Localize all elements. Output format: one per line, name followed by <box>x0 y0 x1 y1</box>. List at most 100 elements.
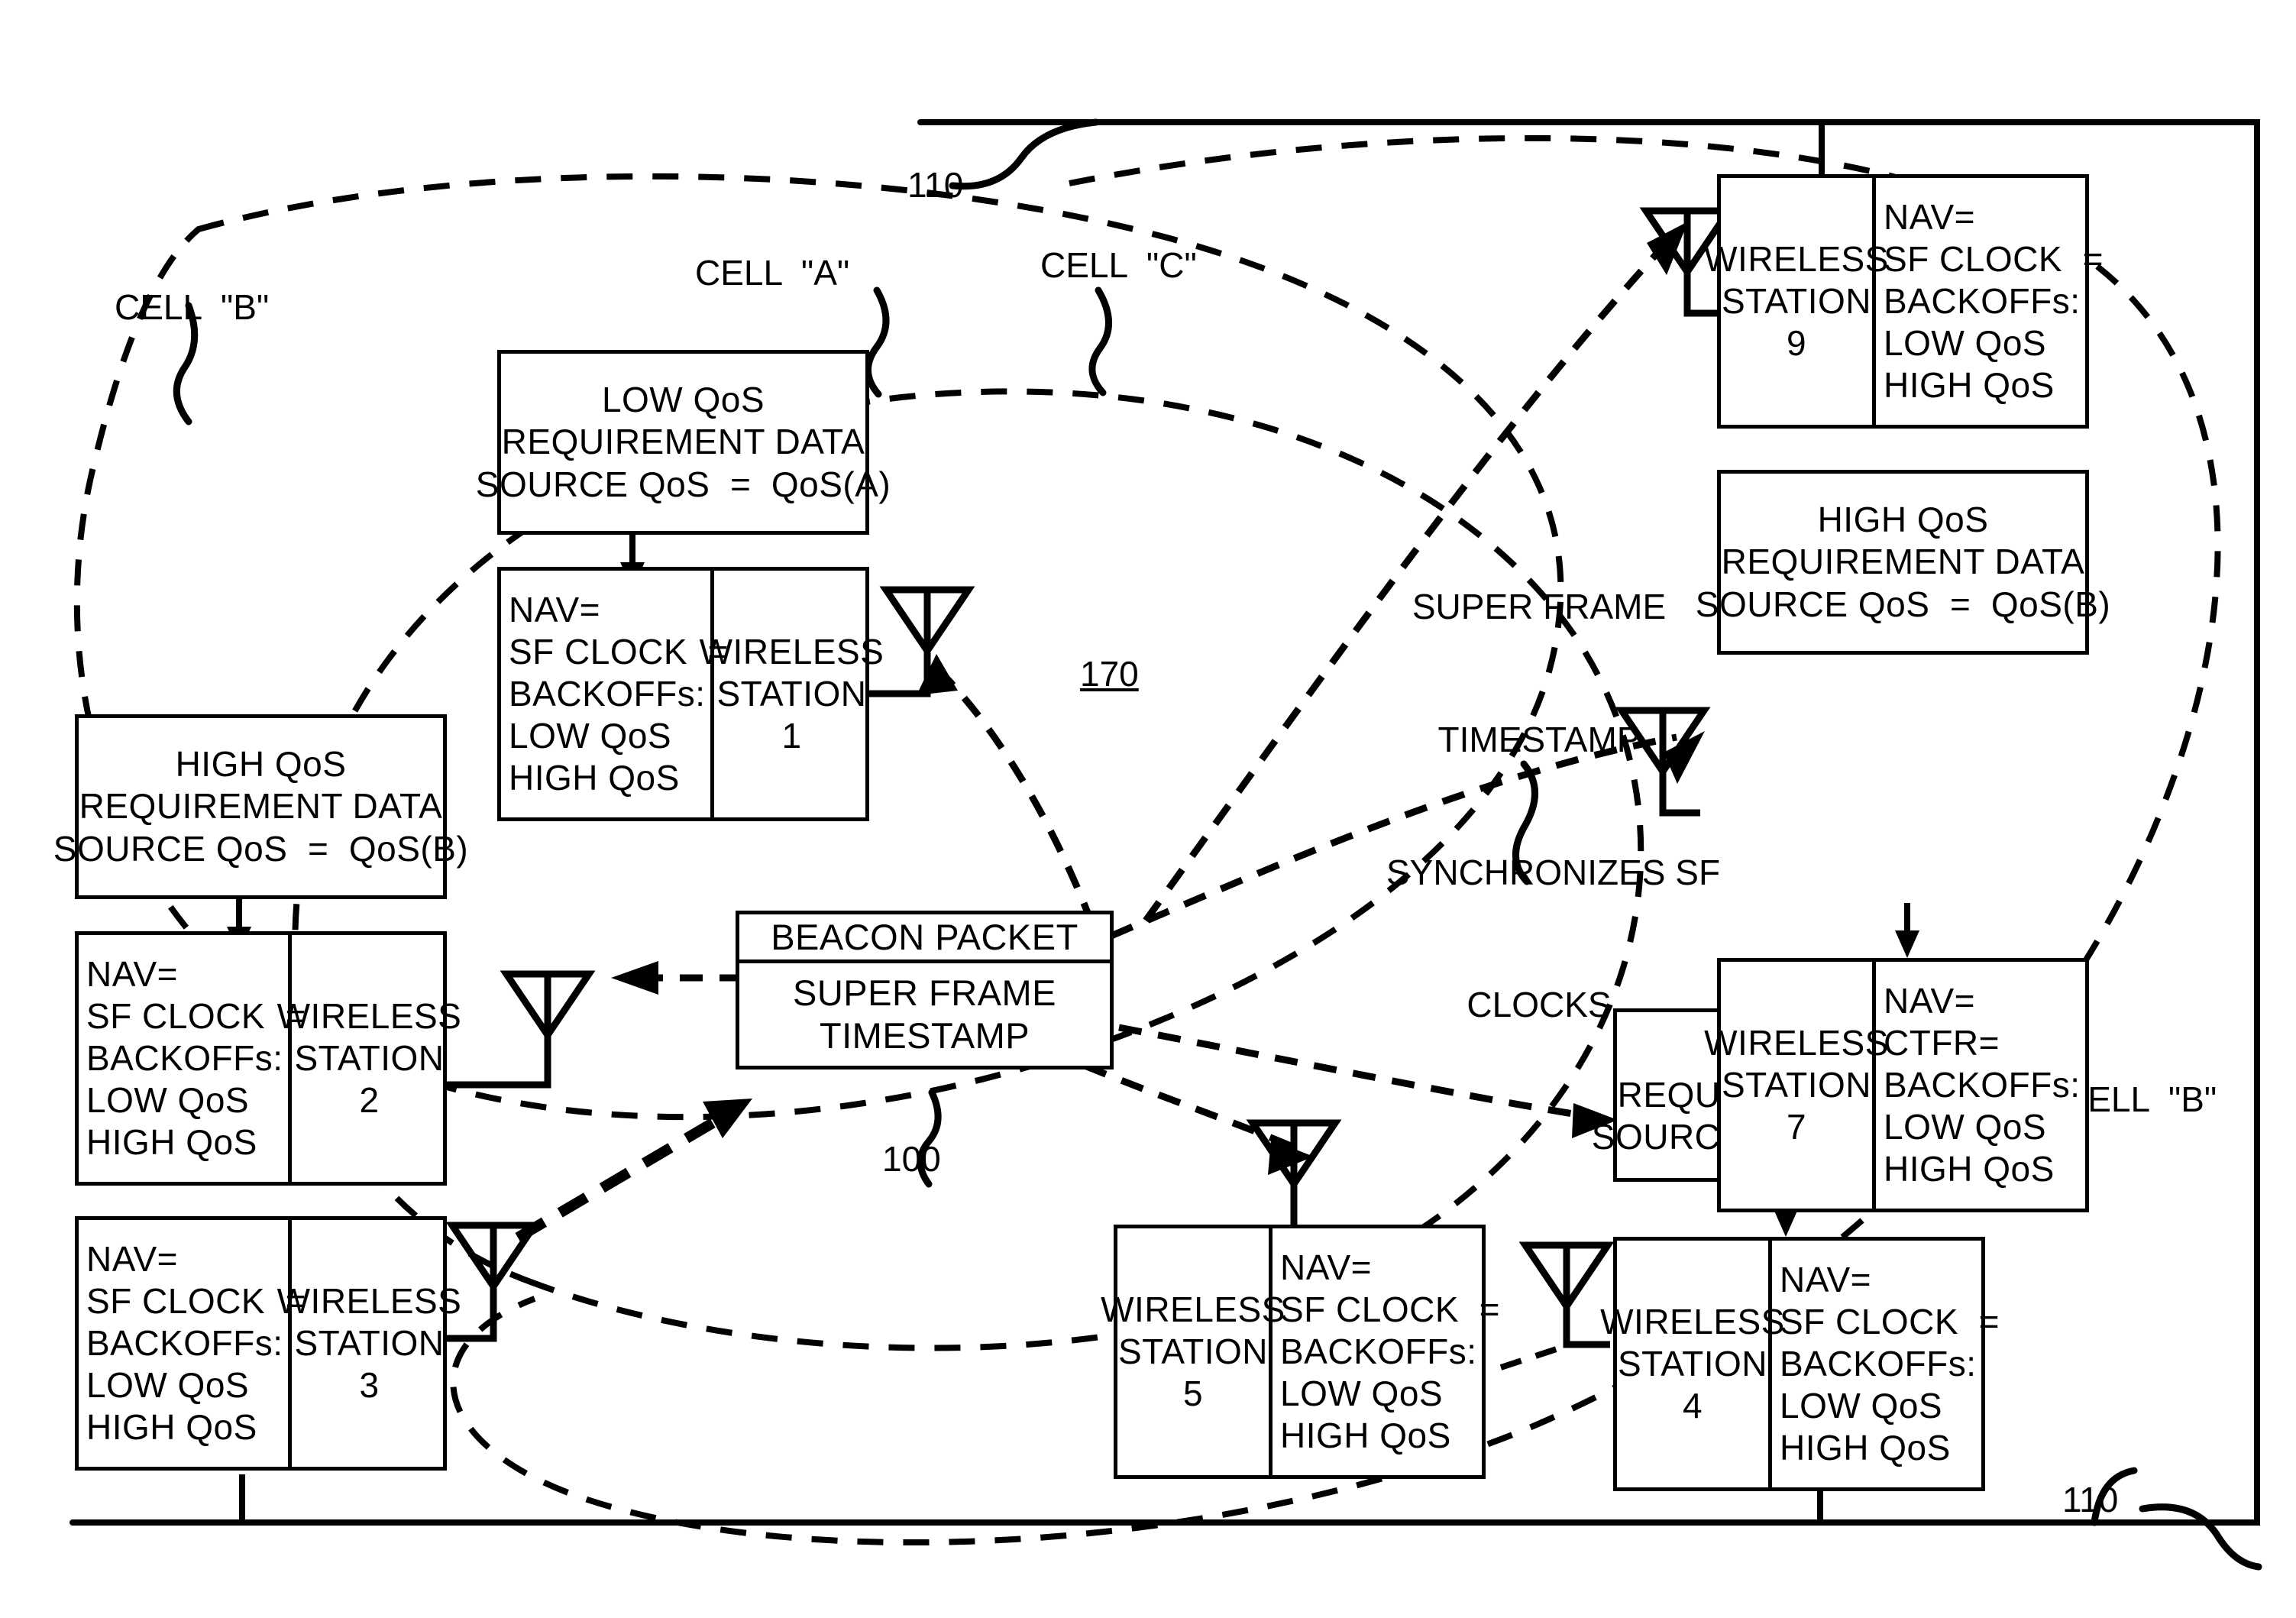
antenna-station-4 <box>1518 1241 1615 1348</box>
station-name-line: STATION <box>1118 1331 1269 1371</box>
qos-low-requirement-box-top-left: LOW QoS REQUIREMENT DATA SOURCE QoS = Qo… <box>476 350 891 535</box>
cell-label-b-left: CELL "B" <box>115 287 270 327</box>
state-line: LOW QoS <box>86 1365 250 1406</box>
qos-high-requirement-box-right: HIGH QoS REQUIREMENT DATA SOURCE QoS = Q… <box>1696 470 2110 655</box>
state-line: SF CLOCK = <box>509 631 729 671</box>
station-2-box: NAV= SF CLOCK = BACKOFFs: LOW QoS HIGH Q… <box>75 931 461 1186</box>
state-line: LOW QoS <box>1780 1386 1943 1426</box>
state-line: NAV= <box>1280 1247 1373 1287</box>
state-line: SF CLOCK = <box>1280 1289 1500 1329</box>
state-line: NAV= <box>86 953 179 994</box>
state-line: BACKOFFs: <box>86 1037 283 1078</box>
station-name-line: STATION <box>1618 1343 1768 1383</box>
cell-label-c: CELL "C" <box>1040 245 1197 285</box>
station-5-name: WIRELESS STATION 5 <box>1101 1228 1285 1475</box>
state-line: HIGH QoS <box>1884 365 2055 406</box>
station-3-name: WIRELESS STATION 3 <box>277 1220 461 1467</box>
state-line: HIGH QoS <box>1280 1416 1451 1456</box>
station-3-state: NAV= SF CLOCK = BACKOFFs: LOW QoS HIGH Q… <box>79 1220 306 1467</box>
state-line: NAV= <box>86 1238 179 1279</box>
state-line: LOW QoS <box>509 716 672 756</box>
station-5-state: NAV= SF CLOCK = BACKOFFs: LOW QoS HIGH Q… <box>1273 1228 1499 1475</box>
station-number: 3 <box>359 1365 380 1406</box>
qos-line: REQUIREMENT DATA <box>1721 542 2085 582</box>
station-1-name: WIRELESS STATION 1 <box>700 571 884 817</box>
ref-110-bottom: 110 <box>2062 1480 2119 1519</box>
leader-cell-a <box>865 286 890 398</box>
state-line: NAV= <box>1884 196 1976 237</box>
qos-line: LOW QoS <box>601 380 765 420</box>
station-name-line: WIRELESS <box>276 1280 462 1321</box>
station-3-box: NAV= SF CLOCK = BACKOFFs: LOW QoS HIGH Q… <box>75 1216 461 1471</box>
station-5-box: WIRELESS STATION 5 NAV= SF CLOCK = BACKO… <box>1101 1225 1499 1479</box>
state-line: HIGH QoS <box>1884 1149 2055 1189</box>
state-line: HIGH QoS <box>1780 1428 1951 1468</box>
qos-line: SOURCE QoS = QoS(B) <box>53 828 469 869</box>
state-line: SF CLOCK = <box>1780 1301 2000 1341</box>
state-line: SF CLOCK = <box>86 1280 306 1321</box>
station-name-line: WIRELESS <box>1101 1289 1285 1329</box>
station-number: 2 <box>359 1080 380 1121</box>
station-9-state: NAV= SF CLOCK = BACKOFFs: LOW QoS HIGH Q… <box>1876 178 2103 425</box>
state-line: SF CLOCK = <box>1884 238 2104 279</box>
station-1-box: NAV= SF CLOCK = BACKOFFs: LOW QoS HIGH Q… <box>497 567 884 821</box>
qos-line: HIGH QoS <box>1817 500 1989 540</box>
qos-line: HIGH QoS <box>175 744 347 785</box>
link-station-5-to-station-4 <box>1499 1343 1567 1370</box>
state-line: BACKOFFs: <box>1280 1331 1477 1371</box>
sf-sync-note-line: SYNCHRONIZES SF <box>1386 852 1721 892</box>
station-name-line: STATION <box>1722 1064 1872 1105</box>
station-9-name: WIRELESS STATION 9 <box>1704 178 1888 425</box>
qos-line: SOURCE QoS = QoS(A) <box>475 464 891 504</box>
station-1-state: NAV= SF CLOCK = BACKOFFs: LOW QoS HIGH Q… <box>501 571 728 817</box>
qos-line: REQUIREMENT DATA <box>501 422 865 462</box>
ref-100: 100 <box>882 1139 941 1179</box>
qos-line: SOURCE QoS = QoS(B) <box>1695 584 2111 624</box>
state-line: SF CLOCK = <box>86 995 306 1036</box>
station-number: 9 <box>1786 323 1807 364</box>
beacon-packet-box: BEACON PACKET SUPER FRAME TIMESTAMP <box>736 911 1114 1069</box>
sf-sync-note-line: SUPER FRAME <box>1412 586 1667 626</box>
state-line: LOW QoS <box>1884 1107 2047 1147</box>
station-name-line: STATION <box>716 673 867 714</box>
state-line: HIGH QoS <box>86 1122 257 1163</box>
beacon-packet-body-line: SUPER FRAME <box>793 972 1056 1013</box>
state-line: HIGH QoS <box>86 1407 257 1448</box>
ref-170: 170 <box>1080 654 1139 694</box>
antenna-station-5 <box>1246 1119 1342 1231</box>
leader-cell-c <box>1088 286 1112 396</box>
leader-110-bottom-right <box>2139 1503 2262 1571</box>
state-line: NAV= <box>1884 980 1976 1021</box>
arrowhead-station-2 <box>611 961 658 995</box>
arrow-low-qos-to-station-4 <box>1774 1209 1798 1237</box>
arrowhead-station-1 <box>917 654 958 695</box>
station-7-name: WIRELESS STATION 7 <box>1704 962 1888 1209</box>
arrow-high-qos-to-station-7 <box>1895 930 1919 958</box>
station-4-state: NAV= SF CLOCK = BACKOFFs: LOW QoS HIGH Q… <box>1772 1241 1999 1487</box>
station-number: 1 <box>781 716 802 756</box>
station-name-line: WIRELESS <box>1704 1022 1889 1063</box>
station-number: 4 <box>1682 1386 1703 1426</box>
station-9-box: WIRELESS STATION 9 NAV= SF CLOCK = BACKO… <box>1704 174 2103 429</box>
state-line: BACKOFFs: <box>86 1322 283 1363</box>
state-line: NAV= <box>1780 1259 1872 1299</box>
station-name-line: STATION <box>294 1037 445 1078</box>
station-name-line: STATION <box>294 1322 445 1363</box>
qos-high-requirement-box-left: HIGH QoS REQUIREMENT DATA SOURCE QoS = Q… <box>53 714 468 899</box>
station-4-name: WIRELESS STATION 4 <box>1600 1241 1784 1487</box>
beacon-packet-header: BEACON PACKET <box>739 914 1110 963</box>
state-line: CTFR= <box>1884 1022 2000 1063</box>
beacon-packet-body-line: TIMESTAMP <box>819 1015 1030 1056</box>
station-name-line: STATION <box>1722 280 1872 321</box>
state-line: NAV= <box>509 589 601 629</box>
qos-line: REQUIREMENT DATA <box>79 786 443 827</box>
state-line: BACKOFFs: <box>1780 1343 1977 1383</box>
station-number: 5 <box>1182 1374 1204 1414</box>
station-name-line: WIRELESS <box>276 995 462 1036</box>
station-4-box: WIRELESS STATION 4 NAV= SF CLOCK = BACKO… <box>1600 1237 1999 1491</box>
state-line: BACKOFFs: <box>509 673 706 714</box>
station-7-state: NAV= CTFR= BACKOFFs: LOW QoS HIGH QoS <box>1876 962 2088 1209</box>
state-line: LOW QoS <box>1884 323 2047 364</box>
state-line: LOW QoS <box>86 1080 250 1121</box>
beacon-arrow-to-station-1 <box>938 669 1096 926</box>
